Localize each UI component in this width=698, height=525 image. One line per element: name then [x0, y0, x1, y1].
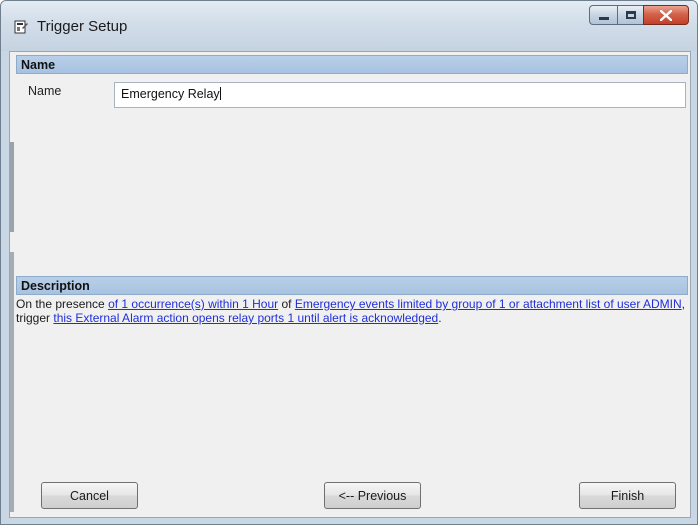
description-segment: On the presence	[16, 297, 109, 311]
title-bar[interactable]: Trigger Setup	[1, 1, 697, 51]
name-input[interactable]: Emergency Relay	[114, 82, 686, 108]
window-title: Trigger Setup	[37, 18, 128, 35]
trigger-setup-icon	[14, 20, 28, 34]
trigger-setup-window: Trigger Setup Name Name Emergency Relay …	[0, 0, 698, 525]
caption-buttons	[589, 5, 689, 27]
name-label: Name	[28, 84, 62, 98]
maximize-icon	[625, 11, 636, 19]
maximize-button[interactable]	[617, 5, 643, 25]
text-caret	[219, 87, 221, 100]
minimize-icon	[598, 16, 609, 20]
action-link[interactable]: this External Alarm action opens relay p…	[53, 311, 438, 325]
event-filter-link[interactable]: Emergency events limited by group of 1 o…	[295, 297, 682, 311]
description-segment: of	[278, 297, 295, 311]
close-icon	[660, 9, 672, 21]
name-section-header: Name	[16, 55, 688, 74]
description-text: On the presence of 1 occurrence(s) withi…	[16, 297, 686, 325]
close-button[interactable]	[643, 5, 689, 25]
occurrence-condition-link[interactable]: of 1 occurrence(s) within 1 Hour	[108, 297, 278, 311]
left-edge-marker-lower	[10, 252, 14, 512]
dialog-client-area: Name Name Emergency Relay Description On…	[9, 51, 691, 518]
cancel-button[interactable]: Cancel	[41, 482, 138, 509]
finish-button[interactable]: Finish	[579, 482, 676, 509]
name-input-value: Emergency Relay	[121, 87, 220, 101]
description-section-header: Description	[16, 276, 688, 295]
minimize-button[interactable]	[589, 5, 617, 25]
previous-button[interactable]: <-- Previous	[324, 482, 421, 509]
left-edge-marker	[10, 142, 14, 232]
description-segment: .	[438, 311, 442, 325]
